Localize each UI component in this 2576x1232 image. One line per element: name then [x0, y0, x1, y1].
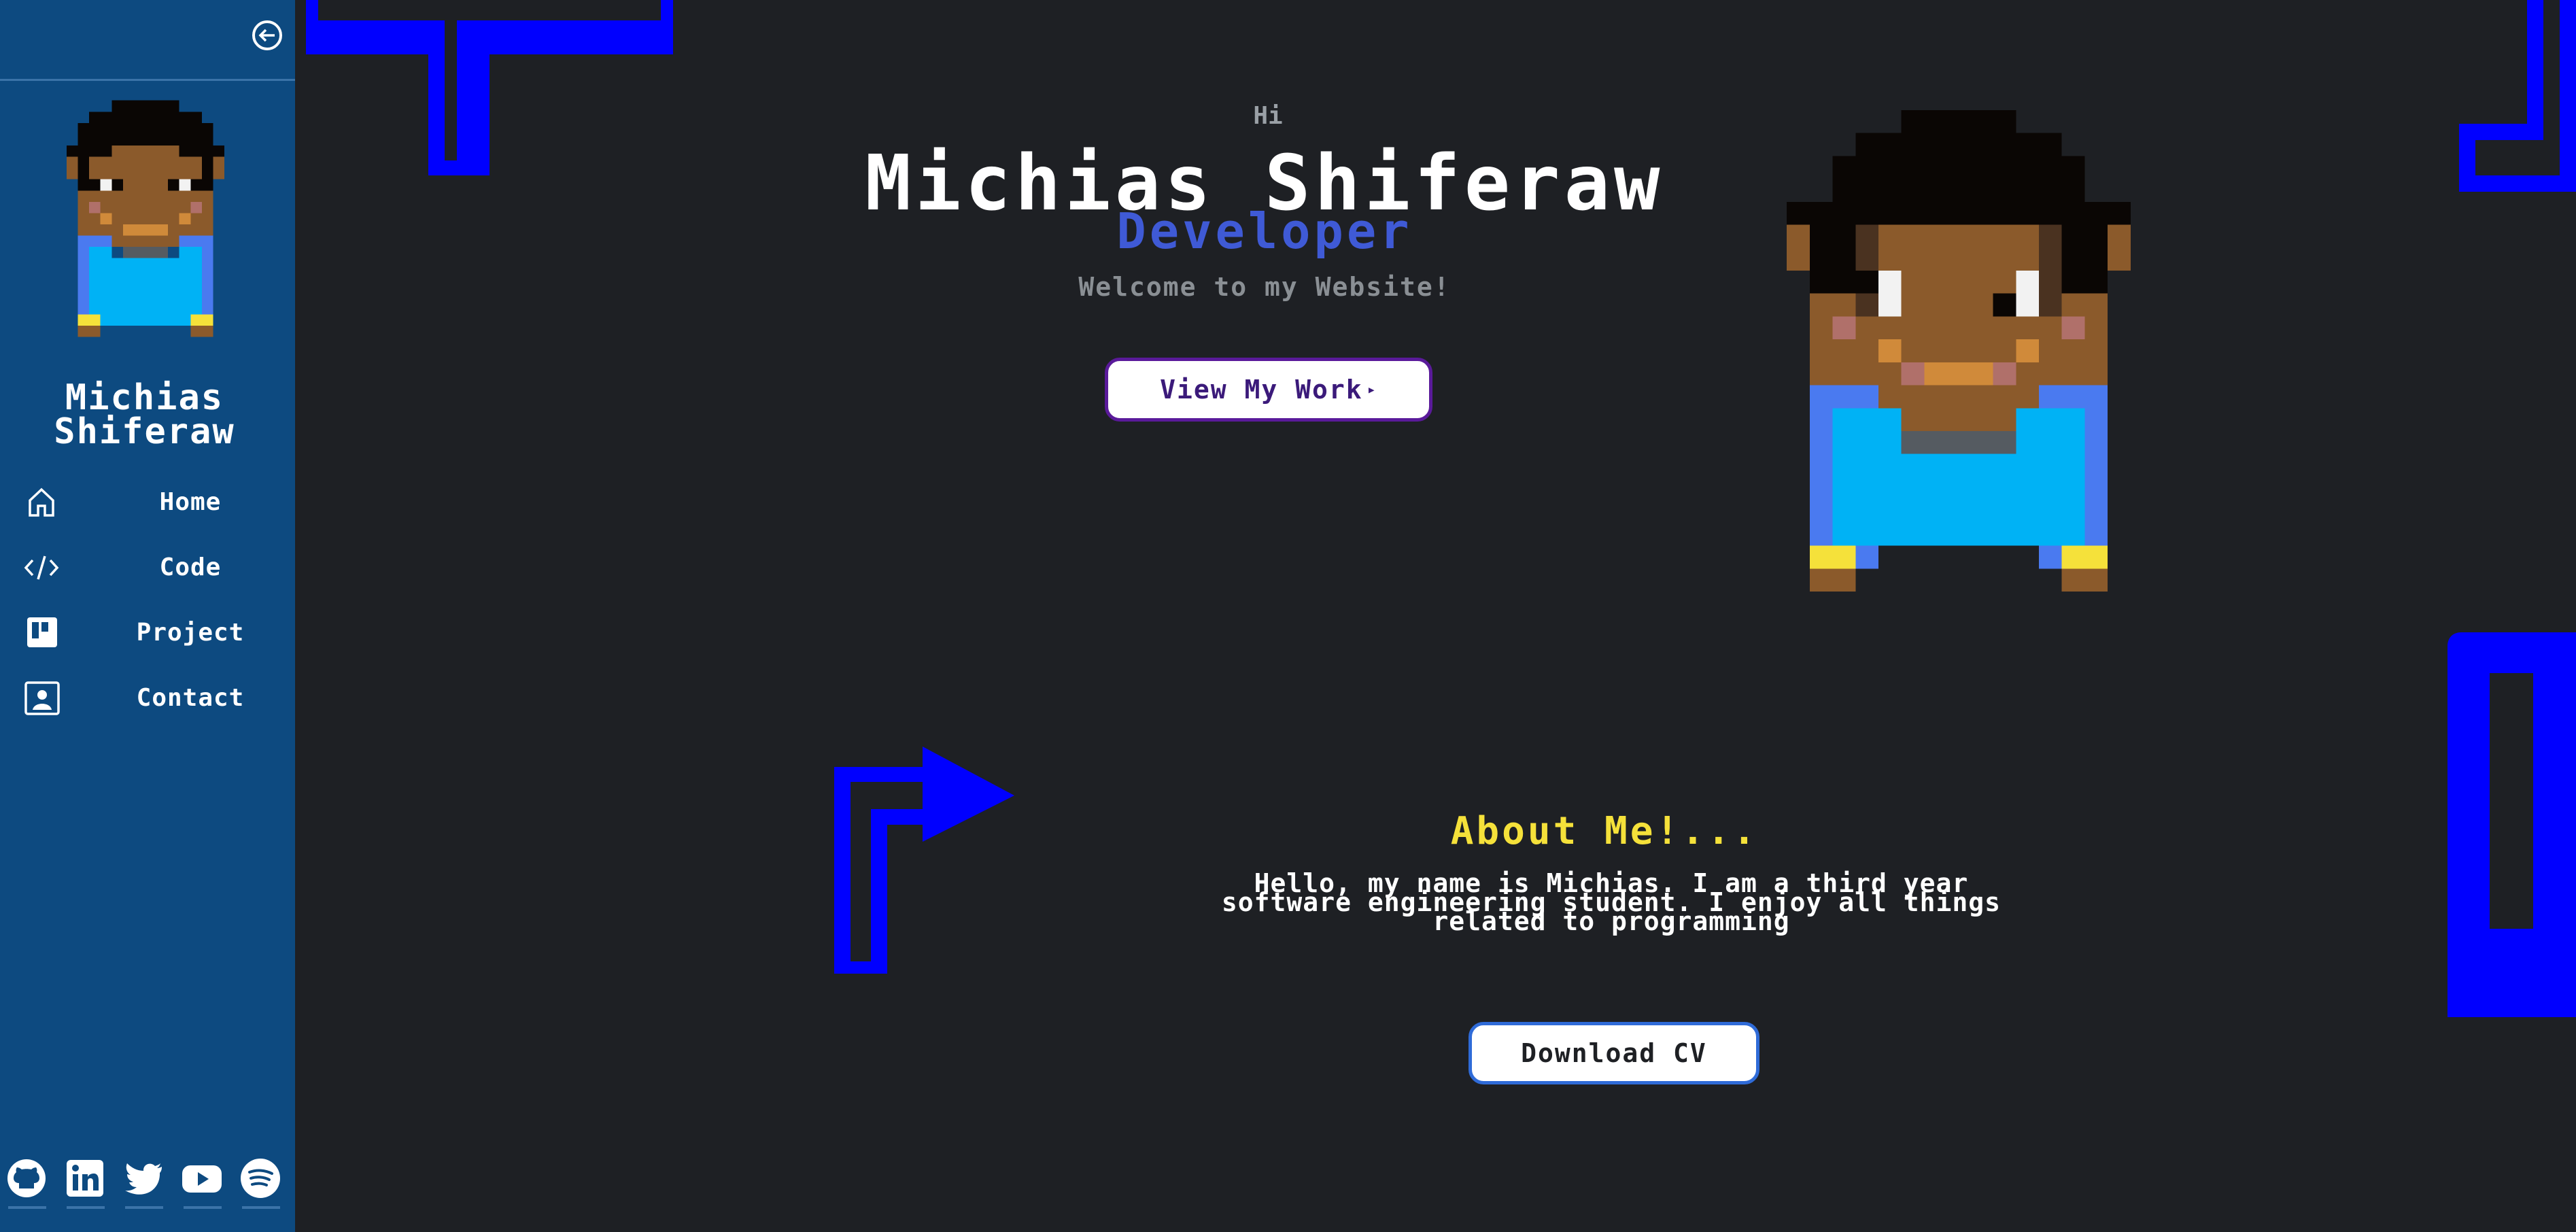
hero-role: Developer: [1116, 203, 1413, 260]
sidebar-item-home[interactable]: Home: [0, 469, 295, 534]
arrow-left-circle-icon[interactable]: [252, 20, 282, 50]
person-badge-icon: [24, 681, 60, 715]
download-cv-label: Download CV: [1521, 1038, 1707, 1068]
sidebar-topbar: [0, 0, 295, 81]
sidebar-item-label: Home: [159, 487, 222, 516]
decorative-arrow-pipe: [834, 747, 1014, 974]
pixel-avatar-large: [1787, 110, 2131, 592]
sidebar-item-label: Project: [136, 618, 245, 647]
sidebar-item-project[interactable]: Project: [0, 600, 295, 665]
sidebar-item-label: Contact: [136, 683, 245, 712]
code-icon: [24, 555, 59, 580]
hero-welcome-text: Welcome to my Website!: [1078, 272, 1451, 302]
sidebar-item-contact[interactable]: Contact: [0, 665, 295, 730]
decorative-pipe-t: [306, 0, 673, 175]
view-my-work-label: View My Work: [1160, 375, 1363, 405]
home-icon: [29, 487, 54, 517]
youtube-icon[interactable]: [179, 1156, 226, 1209]
sidebar-name: Michias Shiferaw: [54, 377, 235, 452]
download-cv-button[interactable]: Download CV: [1469, 1022, 1759, 1084]
sidebar-nav: Home Code Project Contact: [0, 469, 295, 730]
decorative-pipe-box: [2448, 632, 2576, 1017]
about-text: Hello, my name is Michias. I am a third …: [1221, 868, 2002, 936]
github-icon[interactable]: [4, 1156, 50, 1209]
sidebar-item-label: Code: [159, 553, 222, 581]
decorative-pipe-corner: [2459, 0, 2576, 192]
linkedin-icon[interactable]: [63, 1156, 109, 1209]
kanban-icon: [27, 617, 57, 647]
twitter-icon[interactable]: [121, 1156, 167, 1209]
hero-greeting: Hi: [1253, 102, 1283, 130]
view-my-work-button[interactable]: View My Work ▸: [1105, 358, 1432, 422]
social-links: [0, 1156, 295, 1217]
about-title: About Me!...: [1450, 809, 1759, 853]
sidebar-item-code[interactable]: Code: [0, 534, 295, 600]
caret-right-icon: ▸: [1367, 381, 1377, 398]
pixel-avatar: [67, 100, 224, 337]
spotify-icon[interactable]: [238, 1156, 284, 1209]
sidebar: Michias Shiferaw Home Code Project Conta…: [0, 0, 295, 1232]
